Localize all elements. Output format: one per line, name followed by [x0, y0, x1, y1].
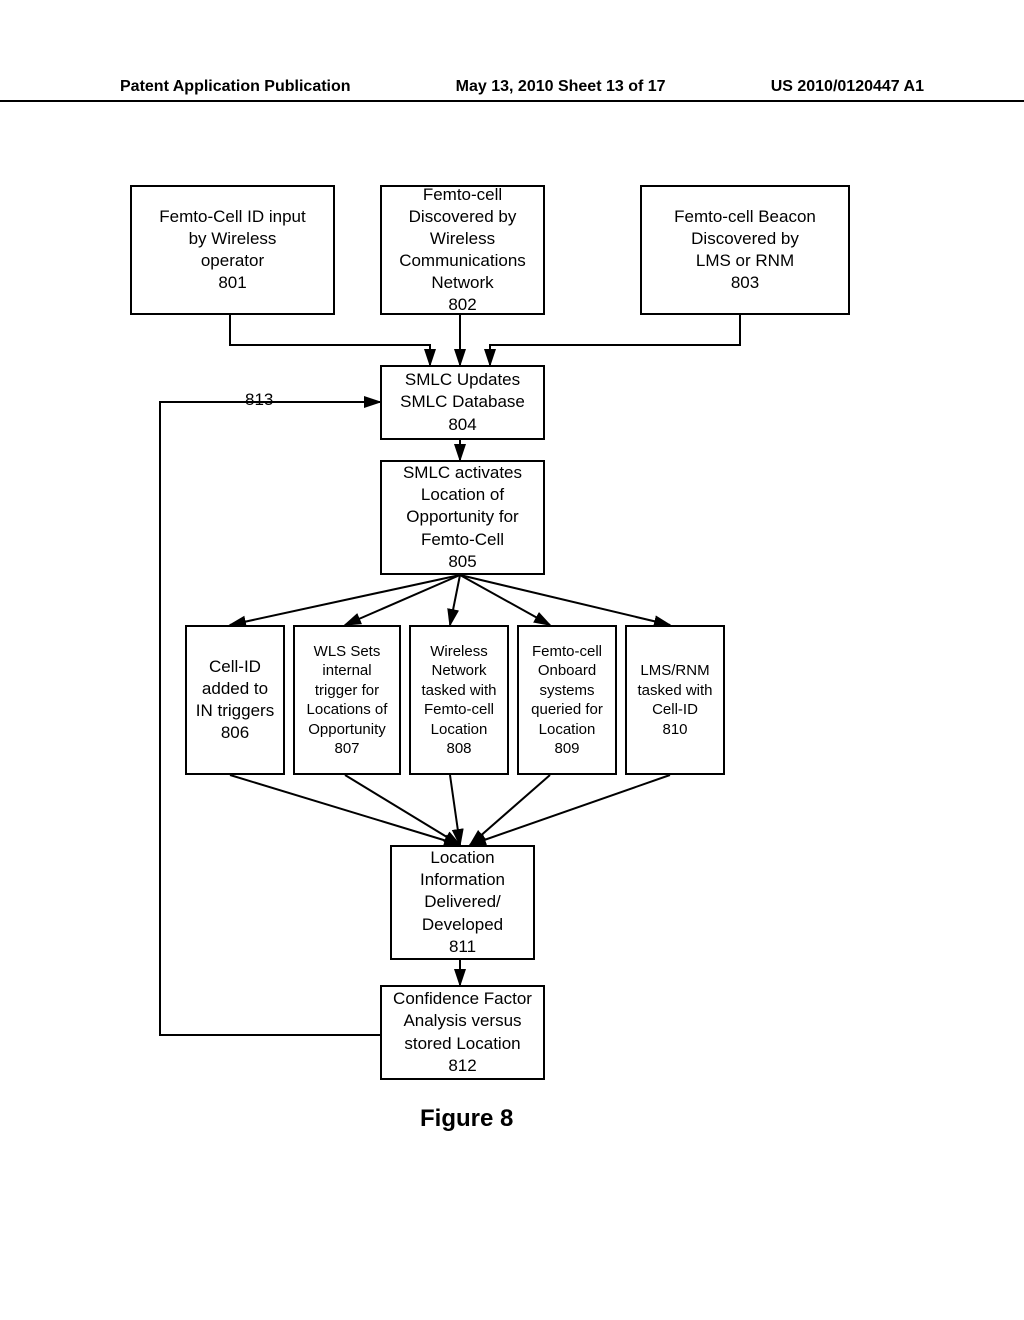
text: 812 [448, 1055, 476, 1077]
box-809: Femto-cell Onboard systems queried for L… [517, 625, 617, 775]
label-813: 813 [245, 390, 273, 410]
text: IN triggers [196, 700, 274, 722]
text: Femto-Cell [421, 529, 504, 551]
text: Network [431, 272, 493, 294]
text: Opportunity for [406, 506, 518, 528]
text: Analysis versus [403, 1010, 521, 1032]
header-right: US 2010/0120447 A1 [771, 78, 924, 96]
text: Delivered/ [424, 891, 501, 913]
text: Wireless [430, 228, 495, 250]
text: Information [420, 869, 505, 891]
page-header: Patent Application Publication May 13, 2… [0, 78, 1024, 102]
text: WLS Sets [314, 642, 381, 662]
text: internal [322, 661, 371, 681]
text: 807 [334, 739, 359, 759]
text: Discovered by [691, 228, 799, 250]
text: by Wireless [189, 228, 277, 250]
text: 808 [446, 739, 471, 759]
text: Cell-ID [652, 700, 698, 720]
text: LMS/RNM [640, 661, 709, 681]
text: Location [431, 720, 488, 740]
text: Locations of [307, 700, 388, 720]
header-left: Patent Application Publication [120, 78, 351, 96]
text: Femto-Cell ID input [159, 206, 305, 228]
text: 804 [448, 414, 476, 436]
text: 810 [662, 720, 687, 740]
figure-caption: Figure 8 [420, 1105, 513, 1133]
text: 811 [449, 936, 476, 958]
box-802: Femto-cell Discovered by Wireless Commun… [380, 185, 545, 315]
text: tasked with [421, 681, 496, 701]
text: Network [431, 661, 486, 681]
box-810: LMS/RNM tasked with Cell-ID 810 [625, 625, 725, 775]
text: Femto-cell Beacon [674, 206, 816, 228]
text: systems [539, 681, 594, 701]
text: Femto-cell [532, 642, 602, 662]
text: Confidence Factor [393, 988, 532, 1010]
flowchart-diagram: Femto-Cell ID input by Wireless operator… [130, 185, 900, 1185]
text: trigger for [315, 681, 379, 701]
text: 802 [448, 294, 476, 316]
header-center: May 13, 2010 Sheet 13 of 17 [456, 78, 666, 96]
text: Opportunity [308, 720, 386, 740]
text: operator [201, 250, 264, 272]
text: Location [430, 847, 494, 869]
text: added to [202, 678, 268, 700]
text: SMLC Database [400, 391, 525, 413]
text: 809 [554, 739, 579, 759]
text: tasked with [637, 681, 712, 701]
text: Femto-cell [423, 184, 502, 206]
text: SMLC activates [403, 462, 522, 484]
box-803: Femto-cell Beacon Discovered by LMS or R… [640, 185, 850, 315]
text: Communications [399, 250, 526, 272]
text: Femto-cell [424, 700, 494, 720]
text: Developed [422, 914, 503, 936]
text: 803 [731, 272, 759, 294]
text: SMLC Updates [405, 369, 520, 391]
box-807: WLS Sets internal trigger for Locations … [293, 625, 401, 775]
text: Onboard [538, 661, 596, 681]
text: stored Location [404, 1033, 520, 1055]
text: 805 [448, 551, 476, 573]
box-812: Confidence Factor Analysis versus stored… [380, 985, 545, 1080]
box-805: SMLC activates Location of Opportunity f… [380, 460, 545, 575]
box-801: Femto-Cell ID input by Wireless operator… [130, 185, 335, 315]
text: 801 [218, 272, 246, 294]
box-804: SMLC Updates SMLC Database 804 [380, 365, 545, 440]
text: queried for [531, 700, 603, 720]
box-806: Cell-ID added to IN triggers 806 [185, 625, 285, 775]
text: LMS or RNM [696, 250, 794, 272]
box-808: Wireless Network tasked with Femto-cell … [409, 625, 509, 775]
text: Cell-ID [209, 656, 261, 678]
text: 806 [221, 722, 249, 744]
text: Discovered by [409, 206, 517, 228]
box-811: Location Information Delivered/ Develope… [390, 845, 535, 960]
text: Location of [421, 484, 504, 506]
text: Location [539, 720, 596, 740]
text: Wireless [430, 642, 488, 662]
